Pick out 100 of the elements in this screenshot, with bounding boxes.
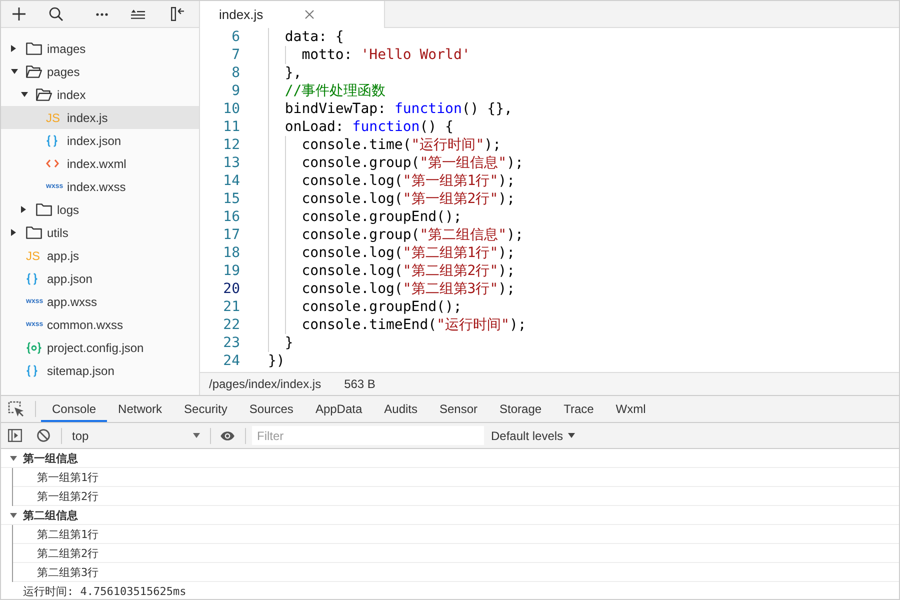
line-number: 9 bbox=[232, 83, 240, 99]
code-line: console.group("第二组信息"); bbox=[302, 226, 524, 244]
code-line: }, bbox=[284, 65, 302, 81]
devtools-tab[interactable]: Security bbox=[173, 396, 238, 422]
code-line: console.time("运行时间"); bbox=[302, 136, 502, 154]
console-message: 第二组第1行 bbox=[37, 526, 99, 542]
code-line: console.groupEnd(); bbox=[302, 299, 462, 315]
line-number: 23 bbox=[223, 335, 240, 351]
folder-icon bbox=[36, 203, 52, 216]
code-line: console.group("第一组信息"); bbox=[302, 154, 524, 172]
code-line: console.log("第一组第2行"); bbox=[302, 190, 516, 208]
code-line: console.log("第二组第2行"); bbox=[302, 262, 516, 280]
braces-icon bbox=[26, 272, 38, 284]
file-item[interactable]: JS index.js bbox=[1, 106, 199, 129]
js-file-icon: JS bbox=[26, 250, 40, 262]
inspect-icon[interactable] bbox=[8, 401, 24, 417]
line-number: 19 bbox=[223, 263, 240, 279]
line-number: 22 bbox=[223, 317, 240, 333]
devtools-tab[interactable]: Audits bbox=[373, 396, 428, 422]
filter-field[interactable]: Filter bbox=[252, 426, 484, 445]
code-line: data: { bbox=[284, 29, 344, 45]
line-number: 11 bbox=[223, 119, 240, 135]
file-item[interactable]: index.wxml bbox=[1, 152, 199, 175]
line-number: 14 bbox=[223, 173, 240, 189]
braces-icon bbox=[26, 364, 38, 376]
code-line: console.log("第一组第1行"); bbox=[302, 172, 516, 190]
line-number: 17 bbox=[223, 227, 240, 243]
console-message: 第二组第2行 bbox=[37, 546, 99, 560]
console-group-header[interactable]: 第二组信息 bbox=[1, 506, 899, 525]
list-icon[interactable] bbox=[131, 9, 145, 19]
console-group-header[interactable]: 第一组信息 bbox=[1, 449, 899, 468]
code-line: console.log("第二组第1行"); bbox=[302, 244, 516, 262]
folder-item[interactable]: images bbox=[1, 37, 199, 60]
close-icon[interactable] bbox=[305, 10, 314, 19]
angle-brackets-icon bbox=[46, 159, 59, 168]
caret-icon[interactable] bbox=[11, 69, 18, 74]
devtools-tab[interactable]: Sensor bbox=[428, 396, 489, 422]
code-line: onLoad: function() { bbox=[284, 119, 454, 135]
line-number: 10 bbox=[223, 101, 240, 117]
code-line: }) bbox=[268, 353, 285, 369]
line-number: 8 bbox=[232, 65, 240, 81]
line-number: 7 bbox=[232, 47, 240, 63]
plus-icon[interactable] bbox=[12, 7, 26, 21]
folder-item[interactable]: index bbox=[1, 83, 199, 106]
console-message: 第一组第1行 bbox=[37, 470, 99, 484]
panel-arrow-icon[interactable] bbox=[171, 7, 184, 21]
eye-icon[interactable] bbox=[220, 430, 235, 440]
line-number: 13 bbox=[223, 155, 240, 171]
js-file-icon: JS bbox=[46, 112, 60, 124]
braces-icon bbox=[46, 134, 58, 146]
caret-icon bbox=[193, 433, 200, 438]
caret-icon bbox=[568, 433, 576, 438]
file-item[interactable]: JS app.js bbox=[1, 244, 199, 267]
line-number: 15 bbox=[223, 191, 240, 207]
context-select[interactable]: top bbox=[65, 426, 205, 445]
editor-tab[interactable]: index.js bbox=[200, 1, 385, 28]
devtools-tab[interactable]: Wxml bbox=[604, 396, 657, 422]
levels-dropdown[interactable]: Default levels bbox=[491, 428, 576, 442]
line-number: 21 bbox=[223, 299, 240, 315]
file-item[interactable]: sitemap.json bbox=[1, 359, 199, 382]
code-line: console.timeEnd("运行时间"); bbox=[302, 316, 526, 334]
line-number: 20 bbox=[223, 281, 240, 297]
console-message: 运行时间: 4.756103515625ms bbox=[23, 584, 186, 598]
caret-icon[interactable] bbox=[10, 456, 17, 460]
line-number: 6 bbox=[232, 29, 240, 45]
devtools-tab[interactable]: Trace bbox=[552, 396, 605, 422]
folder-item[interactable]: utils bbox=[1, 221, 199, 244]
devtools-tab[interactable]: Storage bbox=[488, 396, 553, 422]
line-number: 12 bbox=[223, 137, 240, 153]
folder-item[interactable]: pages bbox=[1, 60, 199, 83]
code-line: //事件处理函数 bbox=[284, 82, 386, 100]
console-message: 第一组第2行 bbox=[37, 488, 99, 504]
line-number: 16 bbox=[223, 209, 240, 225]
devtools-tab[interactable]: AppData bbox=[304, 396, 374, 422]
caret-icon[interactable] bbox=[11, 45, 16, 52]
folder-icon bbox=[26, 42, 42, 55]
ellipsis-icon[interactable] bbox=[96, 12, 108, 16]
line-number: 24 bbox=[223, 353, 240, 369]
devtools-tab[interactable]: Network bbox=[107, 396, 174, 422]
file-item[interactable]: app.json bbox=[1, 267, 199, 290]
folder-item[interactable]: logs bbox=[1, 198, 199, 221]
code-line: bindViewTap: function() {}, bbox=[284, 101, 512, 117]
search-icon[interactable] bbox=[49, 7, 63, 21]
devtools-tab[interactable]: Sources bbox=[238, 396, 304, 422]
braces-ring-icon bbox=[26, 342, 42, 354]
block-icon[interactable] bbox=[37, 429, 50, 442]
console-message: 第二组第3行 bbox=[37, 564, 99, 580]
caret-icon[interactable] bbox=[11, 229, 16, 236]
caret-icon[interactable] bbox=[10, 512, 17, 518]
code-line: motto: 'Hello World' bbox=[302, 47, 470, 63]
line-number: 18 bbox=[223, 245, 240, 261]
panel-toggle-icon[interactable] bbox=[8, 429, 22, 442]
code-line: console.log("第二组第3行"); bbox=[302, 280, 516, 298]
file-item[interactable]: index.json bbox=[1, 129, 199, 152]
caret-icon[interactable] bbox=[21, 206, 26, 213]
file-item[interactable]: project.config.json bbox=[1, 336, 199, 359]
open-folder-icon bbox=[26, 65, 42, 78]
file-size: 563 B bbox=[344, 377, 376, 391]
caret-icon[interactable] bbox=[21, 92, 28, 97]
code-line: console.groupEnd(); bbox=[302, 209, 462, 225]
